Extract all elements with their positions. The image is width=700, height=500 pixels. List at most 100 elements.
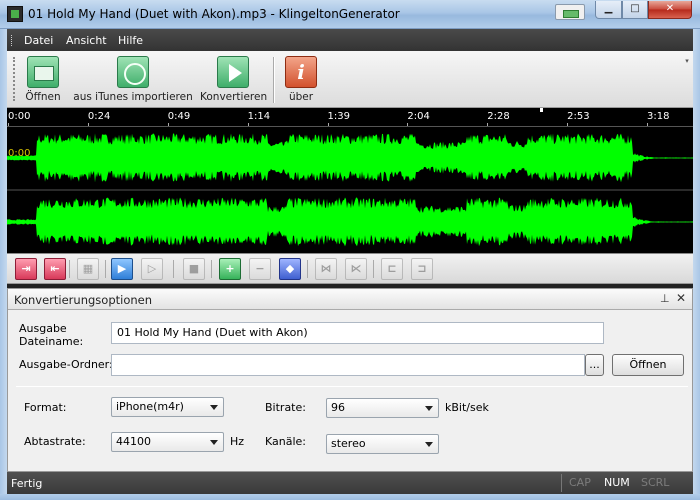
open-button-label: Öffnen (25, 91, 61, 103)
panel-close-icon[interactable]: ✕ (676, 291, 686, 305)
play-selection-button[interactable]: ▷ (141, 258, 163, 280)
itunes-icon (117, 56, 149, 88)
fade-out-button[interactable]: ⋉ (345, 258, 367, 280)
window-frame-bottom (0, 494, 700, 500)
trim-right-icon: ⊐ (417, 262, 427, 275)
filename-label-line1: Ausgabe (19, 322, 67, 335)
timeline-marker[interactable] (540, 108, 543, 112)
folder-label: Ausgabe-Ordner: (19, 358, 113, 371)
chevron-down-icon (210, 405, 218, 410)
timeline-tick (567, 123, 569, 126)
channels-label: Kanäle: (265, 435, 307, 448)
timeline-tick (87, 123, 89, 126)
transport-separator (307, 260, 308, 278)
timeline-tick-label: 1:14 (247, 111, 271, 122)
browse-button[interactable]: ... (585, 354, 604, 376)
menu-ansicht[interactable]: Ansicht (66, 34, 107, 47)
menu-datei[interactable]: Datei (24, 34, 53, 47)
timeline-tick-label: 0:24 (87, 111, 111, 122)
chevron-down-icon (425, 442, 433, 447)
timeline-tick (247, 123, 249, 126)
import-itunes-button[interactable]: aus iTunes importieren (73, 54, 193, 103)
zoom-fit-icon: ◆ (285, 262, 295, 275)
trim-left-icon: ⊏ (387, 262, 397, 275)
conversion-options-panel: Konvertierungsoptionen ⊥ ✕ Ausgabe Datei… (7, 288, 693, 472)
select-all-icon: ▦ (82, 262, 94, 275)
stop-icon: ■ (188, 262, 200, 275)
bitrate-label: Bitrate: (265, 401, 306, 414)
status-text: Fertig (11, 477, 43, 490)
timeline-tick-label: 0:00 (8, 111, 31, 122)
panel-header: Konvertierungsoptionen ⊥ ✕ (8, 289, 692, 310)
about-button-label: über (288, 91, 314, 103)
set-start-button[interactable]: ⇥ (15, 258, 37, 280)
zoom-fit-button[interactable]: ◆ (279, 258, 301, 280)
pin-icon[interactable]: ⊥ (660, 292, 670, 305)
waveform-display[interactable]: 0:00 (7, 127, 693, 253)
play-icon: ▶ (117, 262, 127, 275)
filename-input[interactable]: 01 Hold My Hand (Duet with Akon) (111, 322, 604, 344)
timeline-tick (487, 123, 489, 126)
samplerate-select[interactable]: 44100 (111, 432, 224, 452)
timeline-tick-label: 1:39 (327, 111, 350, 122)
open-folder-button[interactable]: Öffnen (612, 354, 684, 376)
play-button[interactable]: ▶ (111, 258, 133, 280)
window-frame-left (0, 29, 7, 494)
menu-hilfe[interactable]: Hilfe (118, 34, 143, 47)
toolbar-grip-icon[interactable] (13, 57, 15, 101)
bitrate-select-value: 96 (331, 401, 345, 414)
stop-button[interactable]: ■ (183, 258, 205, 280)
bitrate-select[interactable]: 96 (326, 398, 439, 418)
chevron-down-icon (425, 406, 433, 411)
status-bar: Fertig CAP NUM SCRL (7, 472, 693, 494)
play-arrow-icon (217, 56, 249, 88)
title-bar[interactable]: 01 Hold My Hand (Duet with Akon).mp3 - K… (0, 0, 700, 29)
select-all-button[interactable]: ▦ (77, 258, 99, 280)
about-button[interactable]: i über (284, 54, 318, 103)
menu-bar: Datei Ansicht Hilfe (7, 29, 693, 51)
options-divider (16, 386, 688, 387)
toolbar: Öffnen aus iTunes importieren Konvertier… (7, 51, 693, 108)
play-selection-icon: ▷ (147, 262, 157, 275)
tray-battery-icon[interactable] (555, 4, 585, 20)
set-end-button[interactable]: ⇤ (44, 258, 66, 280)
minimize-button[interactable]: ▁ (595, 1, 622, 19)
channels-select-value: stereo (331, 437, 366, 450)
app-icon[interactable] (7, 6, 23, 22)
convert-button[interactable]: Konvertieren (200, 54, 267, 103)
maximize-button[interactable]: □ (622, 1, 648, 19)
transport-separator (69, 260, 70, 278)
transport-bar: ⇥ ⇤ ▦ ▶ ▷ ■ + − ◆ ⋈ ⋉ ⊏ ⊐ (7, 253, 693, 284)
format-label: Format: (24, 401, 67, 414)
folder-input[interactable] (111, 354, 585, 376)
transport-separator (211, 260, 212, 278)
format-select[interactable]: iPhone(m4r) (111, 397, 224, 417)
transport-separator (105, 260, 106, 278)
timeline-ruler[interactable]: 0:00 0:24 0:49 1:14 1:39 2:04 2:28 2:53 3:18 (7, 108, 693, 127)
info-icon: i (285, 56, 317, 88)
timeline-tick-label: 3:18 (647, 111, 670, 122)
status-separator (561, 474, 562, 492)
toolbar-overflow-chevron-icon[interactable]: ▾ (683, 55, 691, 103)
samplerate-label: Abtastrate: (24, 435, 86, 448)
set-end-icon: ⇤ (50, 262, 60, 275)
trim-left-button[interactable]: ⊏ (381, 258, 403, 280)
menu-grip-icon[interactable] (11, 35, 14, 46)
close-button[interactable]: ✕ (648, 1, 692, 19)
zoom-in-button[interactable]: + (219, 258, 241, 280)
trim-right-button[interactable]: ⊐ (411, 258, 433, 280)
bitrate-unit: kBit/sek (445, 401, 489, 414)
fade-in-button[interactable]: ⋈ (315, 258, 337, 280)
zoom-out-button[interactable]: − (249, 258, 271, 280)
channels-select[interactable]: stereo (326, 434, 439, 454)
num-lock-indicator: NUM (604, 476, 630, 489)
panel-title: Konvertierungsoptionen (14, 293, 153, 307)
waveform-graphic (7, 133, 693, 247)
timeline-tick-label: 2:53 (567, 111, 590, 122)
fade-in-icon: ⋈ (320, 262, 332, 275)
scroll-lock-indicator: SCRL (641, 476, 670, 489)
timeline-tick (647, 123, 648, 126)
toolbar-separator (273, 57, 275, 103)
open-button[interactable]: Öffnen (23, 54, 63, 103)
set-start-icon: ⇥ (21, 262, 31, 275)
